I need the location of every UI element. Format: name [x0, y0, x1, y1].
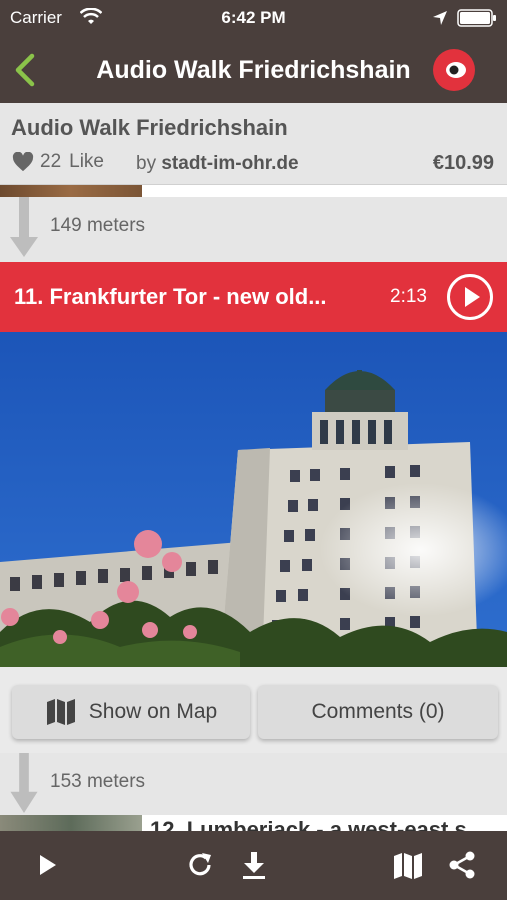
like-control[interactable]: 22 Like [12, 151, 104, 173]
play-circle-icon[interactable] [446, 273, 494, 321]
play-icon[interactable] [32, 849, 64, 881]
stop-duration: 2:13 [390, 286, 427, 307]
bottom-toolbar [0, 831, 507, 900]
price-label[interactable]: €10.99 [433, 152, 494, 175]
nav-title: Audio Walk Friedrichshain [96, 56, 411, 84]
next-stop-title: 12. Lumberjack - a west-east s... [150, 817, 486, 831]
navigation-bar: Audio Walk Friedrichshain [0, 44, 507, 100]
comments-button[interactable]: Comments (0) [258, 685, 498, 739]
status-bar: Carrier 6:42 PM [0, 0, 507, 36]
distance-row: 153 meters [0, 753, 507, 815]
by-prefix: by [136, 153, 157, 174]
share-icon[interactable] [446, 849, 478, 881]
show-on-map-button[interactable]: Show on Map [12, 685, 250, 739]
next-stop-thumbnail[interactable] [0, 815, 142, 831]
heart-icon [12, 152, 34, 172]
author-line: by stadt-im-ohr.de [136, 153, 299, 175]
download-icon[interactable] [238, 849, 270, 881]
down-arrow-icon [10, 753, 38, 813]
stop-actions: Show on Map Comments (0) [0, 667, 507, 753]
location-arrow-icon [433, 11, 447, 25]
show-on-map-label: Show on Map [88, 700, 218, 723]
distance-row: 149 meters [0, 197, 507, 257]
previous-stop-thumbnail [0, 185, 142, 197]
tour-title: Audio Walk Friedrichshain [11, 115, 288, 140]
distance-text: 149 meters [50, 215, 146, 236]
status-time: 6:42 PM [221, 8, 286, 27]
tour-header[interactable]: Audio Walk Friedrichshain 22 Like by sta… [0, 103, 507, 185]
like-count: 22 [40, 151, 62, 172]
stop-title: 11. Frankfurter Tor - new old... [14, 284, 327, 309]
distance-text: 153 meters [50, 771, 146, 792]
map-icon [46, 699, 75, 725]
stop-header[interactable]: 11. Frankfurter Tor - new old... 2:13 [0, 262, 507, 332]
stop-photo [0, 332, 507, 667]
top-bar: Carrier 6:42 PM Audio Walk Friedrichshai… [0, 0, 507, 103]
battery-icon [457, 9, 496, 27]
stadt-im-ohr-logo-icon[interactable] [432, 48, 476, 92]
author-name: stadt-im-ohr.de [161, 153, 299, 174]
next-stop-row[interactable]: 12. Lumberjack - a west-east s... [142, 815, 507, 831]
comments-label: Comments (0) [311, 700, 445, 723]
refresh-icon[interactable] [184, 849, 216, 881]
down-arrow-icon [10, 197, 38, 257]
like-label: Like [69, 151, 104, 172]
map-icon[interactable] [392, 849, 424, 881]
